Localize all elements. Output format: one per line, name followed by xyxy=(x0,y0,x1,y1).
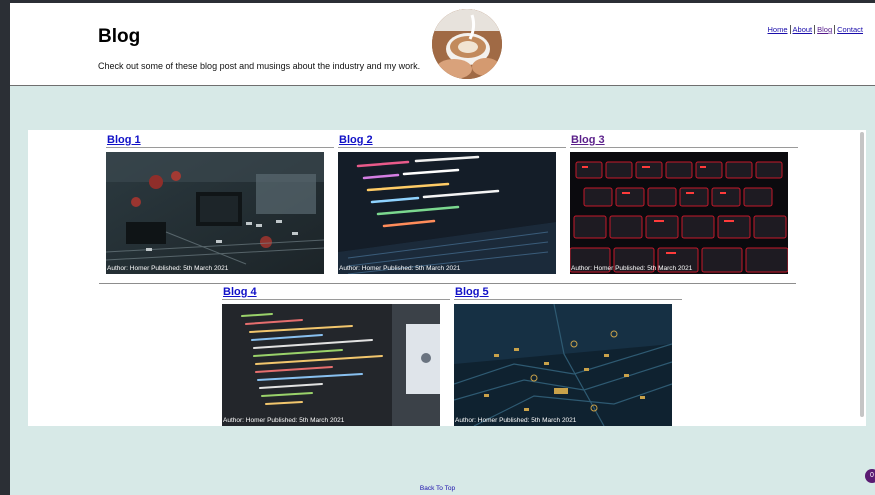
blog-card: Blog 4 Author: Homer Published: 5th Marc… xyxy=(222,285,450,426)
nav-home-link[interactable]: Home xyxy=(766,25,790,34)
blog-card: Blog 2 Author: Homer Published: 5th Marc… xyxy=(338,133,566,274)
blog-caption: Author: Homer Published: 5th March 2021 xyxy=(223,417,345,424)
blog-caption: Author: Homer Published: 5th March 2021 xyxy=(339,265,461,272)
blog-title-link[interactable]: Blog 1 xyxy=(106,133,334,148)
main-nav: Home About Blog Contact xyxy=(766,25,865,34)
nav-contact-link[interactable]: Contact xyxy=(834,25,865,34)
blog-title-link[interactable]: Blog 2 xyxy=(338,133,566,148)
nav-about-link[interactable]: About xyxy=(789,25,815,34)
code-screen-image[interactable]: Author: Homer Published: 5th March 2021 xyxy=(222,304,440,426)
blog-caption: Author: Homer Published: 5th March 2021 xyxy=(571,265,693,272)
page-description: Check out some of these blog post and mu… xyxy=(98,61,421,71)
blog-title-link[interactable]: Blog 3 xyxy=(570,133,798,148)
page: Blog Check out some of these blog post a… xyxy=(10,3,875,495)
notification-badge[interactable]: 0 xyxy=(865,469,875,483)
blog-title-link[interactable]: Blog 4 xyxy=(222,285,450,300)
circuit-board-image[interactable]: Author: Homer Published: 5th March 2021 xyxy=(106,152,324,274)
red-keyboard-image[interactable]: Author: Homer Published: 5th March 2021 xyxy=(570,152,788,274)
blog-card: Blog 5 Author: Homer Published: 5th Marc… xyxy=(454,285,682,426)
blue-pcb-image[interactable]: Author: Homer Published: 5th March 2021 xyxy=(454,304,672,426)
blog-title-link[interactable]: Blog 5 xyxy=(454,285,682,300)
nav-blog-link[interactable]: Blog xyxy=(814,25,835,34)
blog-content-panel: Blog 1 Author: Homer Published: 5th Marc… xyxy=(28,130,866,426)
coffee-cup-icon xyxy=(432,9,502,79)
blog-card: Blog 3 Author: Homer Published: 5th Marc… xyxy=(570,133,798,274)
site-header: Blog Check out some of these blog post a… xyxy=(10,3,875,86)
blog-card: Blog 1 Author: Homer Published: 5th Marc… xyxy=(106,133,334,274)
blog-caption: Author: Homer Published: 5th March 2021 xyxy=(107,265,229,272)
blog-caption: Author: Homer Published: 5th March 2021 xyxy=(455,417,577,424)
back-to-top-link[interactable]: Back To Top xyxy=(0,485,875,492)
page-title: Blog xyxy=(98,26,141,47)
content-scrollbar[interactable] xyxy=(860,132,864,417)
row-divider xyxy=(99,283,796,284)
laptop-code-image[interactable]: Author: Homer Published: 5th March 2021 xyxy=(338,152,556,274)
